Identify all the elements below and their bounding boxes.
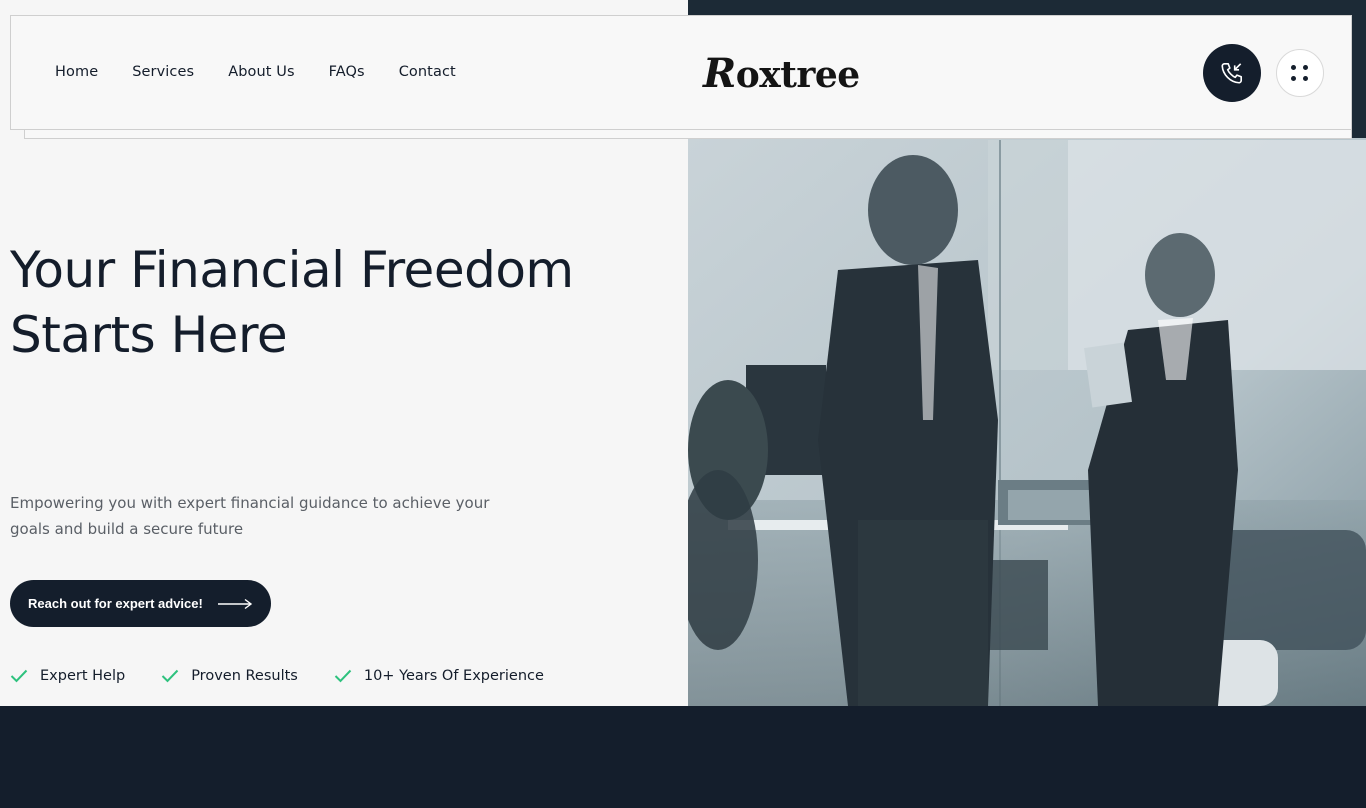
feature-label: 10+ Years Of Experience: [363, 668, 544, 684]
check-icon: [334, 669, 352, 683]
logo-initial: R: [703, 50, 736, 97]
feature-item: 10+ Years Of Experience: [334, 668, 544, 684]
expert-advice-button-label: Reach out for expert advice!: [28, 596, 203, 611]
nav-item-about-us[interactable]: About Us: [228, 64, 294, 80]
dark-section: [0, 706, 1366, 808]
feature-item: Expert Help: [10, 668, 125, 684]
check-icon: [161, 669, 179, 683]
hero-title: Your Financial Freedom Starts Here: [10, 238, 670, 368]
nav-item-faqs[interactable]: FAQs: [329, 64, 365, 80]
logo-wordmark: oxtree: [735, 54, 860, 96]
nav-item-services[interactable]: Services: [132, 64, 194, 80]
check-icon: [10, 669, 28, 683]
hero-title-line1: Your Financial Freedom: [10, 241, 574, 299]
menu-button[interactable]: [1276, 49, 1324, 97]
feature-list: Expert Help Proven Results 10+ Years Of …: [10, 668, 544, 684]
phone-incoming-icon: [1221, 62, 1243, 84]
nav-item-contact[interactable]: Contact: [399, 64, 456, 80]
main-nav: Home Services About Us FAQs Contact: [55, 64, 456, 80]
feature-label: Expert Help: [40, 668, 126, 684]
page: Your Financial Freedom Starts Here Empow…: [0, 0, 1366, 808]
hero-subtitle-line1: Empowering you with expert financial gui…: [10, 494, 490, 512]
hero-title-line2: Starts Here: [10, 306, 288, 364]
site-header: Home Services About Us FAQs Contact Roxt…: [10, 15, 1352, 130]
hero-subtitle: Empowering you with expert financial gui…: [10, 490, 510, 542]
expert-advice-button[interactable]: Reach out for expert advice!: [10, 580, 271, 627]
grid-dots-icon: [1291, 65, 1309, 81]
nav-item-home[interactable]: Home: [55, 64, 98, 80]
feature-item: Proven Results: [161, 668, 298, 684]
hero-subtitle-line2: goals and build a secure future: [10, 520, 244, 538]
feature-label: Proven Results: [191, 668, 298, 684]
call-button[interactable]: [1203, 44, 1261, 102]
arrow-right-icon: [217, 598, 252, 609]
brand-logo[interactable]: Roxtree: [703, 50, 860, 97]
